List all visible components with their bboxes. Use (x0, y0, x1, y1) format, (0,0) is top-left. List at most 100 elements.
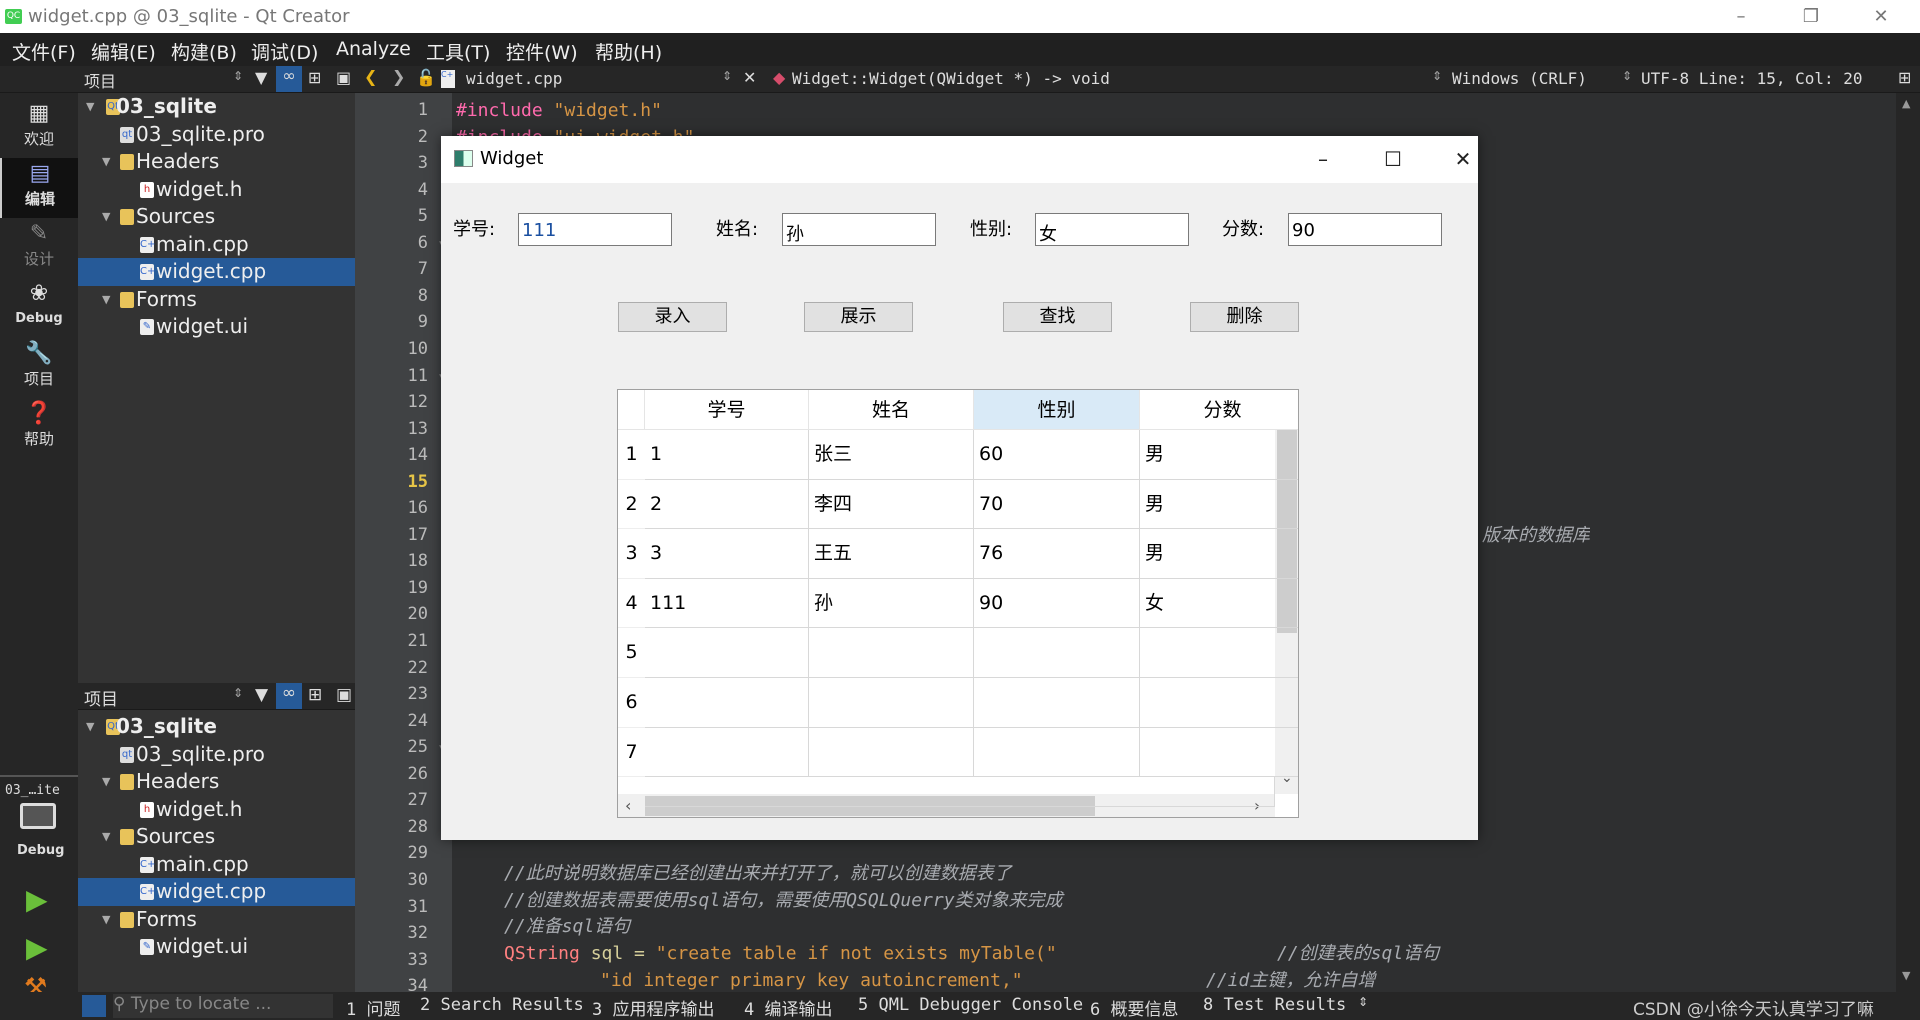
tree-item-folder[interactable]: ▼ Headers (78, 148, 355, 176)
pane-compile-output[interactable]: 4 编译输出 (744, 995, 832, 1020)
table-cell[interactable] (645, 628, 809, 678)
menu-controls[interactable]: 控件(W) (506, 38, 578, 65)
function-dropdown-icon[interactable]: ⇕ (1432, 69, 1442, 83)
editor-scrollbar[interactable]: ▲ ▼ (1896, 93, 1920, 992)
pane-issues[interactable]: 1 问题 (346, 995, 400, 1020)
search-button[interactable]: 查找 (1003, 302, 1112, 332)
close-panel-icon[interactable]: ▣ (336, 685, 352, 705)
widget-maximize-button[interactable]: ☐ (1373, 144, 1413, 174)
tree-item-folder[interactable]: ▼ Sources (78, 823, 355, 851)
row-header[interactable]: 6 (618, 678, 645, 728)
table-cell[interactable] (974, 678, 1140, 728)
row-header[interactable]: 2 (618, 480, 645, 530)
more-panes-icon[interactable]: ⇕ (1358, 995, 1368, 1009)
pane-general-messages[interactable]: 6 概要信息 (1090, 995, 1178, 1020)
expand-arrow-icon[interactable]: ▼ (102, 203, 110, 231)
minimize-button[interactable]: – (1718, 2, 1764, 32)
table-cell[interactable]: 70 (974, 479, 1140, 530)
table-cell[interactable] (809, 678, 974, 728)
mode-welcome[interactable]: ▦ 欢迎 (0, 98, 78, 158)
table-cell[interactable] (1140, 678, 1298, 728)
close-button[interactable]: ✕ (1858, 2, 1904, 32)
column-header[interactable]: 性别 (974, 390, 1140, 430)
monitor-icon[interactable] (20, 803, 56, 829)
tree-item-pro[interactable]: qt 03_sqlite.pro (78, 741, 355, 769)
student-id-input[interactable]: 111 (518, 213, 672, 246)
tree-item-folder[interactable]: ▼ Headers (78, 768, 355, 796)
back-icon[interactable]: ❮ (364, 67, 377, 86)
menu-edit[interactable]: 编辑(E) (91, 38, 156, 65)
scroll-up-icon[interactable]: ▲ (1902, 97, 1910, 110)
tree-item-folder[interactable]: ▼ Forms (78, 906, 355, 934)
expand-arrow-icon[interactable]: ▼ (102, 148, 110, 176)
student-table[interactable]: ⌃ ⌄ ‹ › 学号姓名性别分数11张三60男22李四70男33王五76男411… (617, 389, 1299, 818)
run-icon[interactable]: ▶ (26, 883, 48, 916)
function-selector[interactable]: Widget::Widget(QWidget *) -> void (792, 69, 1110, 88)
table-cell[interactable]: 孙 (809, 578, 974, 629)
table-cell[interactable]: 3 (645, 529, 809, 579)
menu-debug[interactable]: 调试(D) (251, 38, 318, 65)
restore-button[interactable]: ❐ (1788, 2, 1834, 32)
table-cell[interactable] (1140, 628, 1298, 678)
menu-tools[interactable]: 工具(T) (426, 38, 490, 65)
expand-arrow-icon[interactable]: ▼ (86, 713, 94, 741)
expand-arrow-icon[interactable]: ▼ (86, 93, 94, 121)
table-cell[interactable]: 2 (645, 479, 809, 530)
table-cell[interactable] (645, 727, 809, 778)
kit-project[interactable]: 03_…ite (5, 783, 60, 798)
panel-selector-icon[interactable]: ⇕ (233, 686, 243, 700)
menu-build[interactable]: 构建(B) (171, 38, 237, 65)
expand-arrow-icon[interactable]: ▼ (102, 286, 110, 314)
row-header[interactable]: 3 (618, 529, 645, 579)
tree-item-h[interactable]: h widget.h (78, 176, 355, 204)
split-icon[interactable]: ⊞ (308, 685, 322, 705)
cursor-position[interactable]: UTF-8 Line: 15, Col: 20 (1641, 69, 1863, 88)
scroll-down-icon[interactable]: ▼ (1902, 969, 1910, 982)
insert-button[interactable]: 录入 (618, 302, 727, 332)
table-cell[interactable]: 男 (1140, 430, 1298, 480)
table-cell[interactable]: 王五 (809, 529, 974, 579)
column-header[interactable]: 姓名 (809, 390, 974, 430)
row-header[interactable]: 4 (618, 579, 645, 629)
table-cell[interactable]: 张三 (809, 430, 974, 480)
tree-item-cpp[interactable]: C+ main.cpp (78, 231, 355, 259)
tree-item-h[interactable]: h widget.h (78, 796, 355, 824)
mode-help[interactable]: ❓ 帮助 (0, 398, 78, 458)
line-ending-dropdown-icon[interactable]: ⇕ (1622, 69, 1632, 83)
filter-icon[interactable]: ▼ (255, 685, 268, 705)
menu-help[interactable]: 帮助(H) (595, 38, 662, 65)
tree-item-project[interactable]: ▼ Qt 03_sqlite (78, 713, 355, 741)
table-cell[interactable] (645, 777, 1275, 808)
show-button[interactable]: 展示 (804, 302, 913, 332)
name-input[interactable]: 孙 (782, 213, 936, 246)
row-header[interactable]: 7 (618, 728, 645, 778)
table-cell[interactable] (974, 628, 1140, 678)
scroll-left-icon[interactable]: ‹ (625, 796, 631, 815)
tree-item-project[interactable]: ▼ Qt 03_sqlite (78, 93, 355, 121)
forward-icon[interactable]: ❯ (392, 67, 405, 86)
split-editor-icon[interactable]: ⊞ (1898, 68, 1911, 87)
tree-item-cpp[interactable]: C+ widget.cpp (78, 258, 355, 286)
table-cell[interactable] (809, 628, 974, 678)
file-dropdown-icon[interactable]: ⇕ (722, 69, 732, 83)
close-document-icon[interactable]: ✕ (743, 68, 756, 87)
filter-icon[interactable]: ▼ (255, 68, 267, 87)
menu-file[interactable]: 文件(F) (12, 38, 76, 65)
gender-input[interactable]: 女 (1035, 213, 1189, 246)
pane-test-results[interactable]: 8 Test Results (1203, 995, 1346, 1015)
tree-item-ui[interactable]: ✎ widget.ui (78, 313, 355, 341)
tree-item-cpp[interactable]: C+ main.cpp (78, 851, 355, 879)
table-cell[interactable]: 李四 (809, 479, 974, 530)
tree-item-ui[interactable]: ✎ widget.ui (78, 933, 355, 961)
link-icon[interactable]: ∞ (276, 683, 302, 709)
mode-debug[interactable]: ❀ Debug (0, 278, 78, 338)
pane-application-output[interactable]: 3 应用程序输出 (592, 995, 714, 1020)
mode-design[interactable]: ✎ 设计 (0, 218, 78, 278)
table-cell[interactable]: 60 (974, 430, 1140, 480)
panel-selector-icon[interactable]: ⇕ (233, 69, 243, 83)
table-cell[interactable] (974, 727, 1140, 778)
score-input[interactable]: 90 (1288, 213, 1442, 246)
table-cell[interactable]: 女 (1140, 579, 1298, 629)
table-cell[interactable]: 男 (1140, 480, 1298, 530)
pane-qml-debugger[interactable]: 5 QML Debugger Console (858, 995, 1083, 1015)
